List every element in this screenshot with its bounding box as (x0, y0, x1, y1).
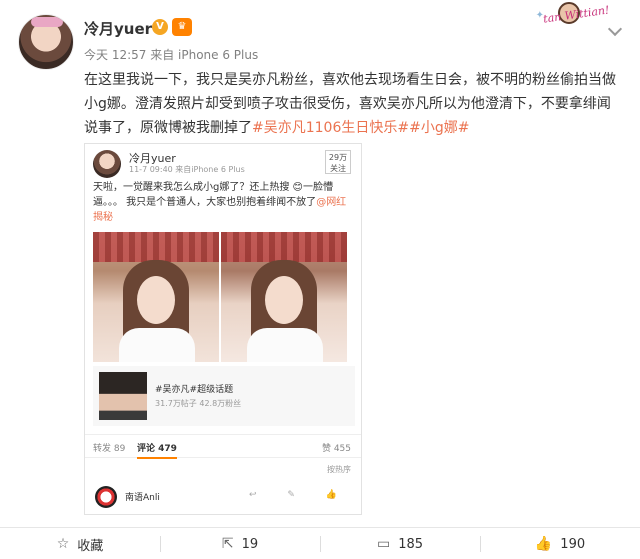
like-count: 190 (560, 536, 586, 552)
sort-label: 按热序 (327, 465, 351, 474)
username[interactable]: 冷月yuer (84, 18, 152, 39)
embedded-screenshot[interactable]: 冷月yuer 11-7 09:40 来自iPhone 6 Plus 29万 关注… (84, 143, 362, 515)
photo (93, 232, 219, 362)
topic-card: #吴亦凡#超级话题 31.7万帖子 42.8万粉丝 (93, 366, 355, 426)
shirt (119, 328, 195, 362)
repost-count: 19 (241, 536, 259, 552)
tab-comments: 评论 479 (137, 441, 177, 459)
avatar[interactable] (18, 14, 74, 70)
face (137, 276, 175, 324)
flower-crown-icon (31, 17, 63, 27)
member-badge-icon: ♛ (172, 18, 192, 36)
embedded-action-tabs: 转发 89 评论 479 赞 455 (85, 434, 361, 459)
action-bar: ☆ 收藏 ⇱ 19 ▭ 185 👍 190 (0, 527, 640, 559)
favorite-label: 收藏 (77, 538, 104, 554)
avatar (93, 150, 121, 178)
avatar (95, 486, 117, 508)
face (265, 276, 303, 324)
comment-icon: ▭ (376, 536, 391, 552)
like-button[interactable]: 👍 190 (480, 528, 640, 559)
topic-title: #吴亦凡#超级话题 (155, 385, 234, 395)
photo (221, 232, 347, 362)
shirt (247, 328, 323, 362)
comment-username: 南语Anli (125, 493, 160, 503)
topic-image (99, 372, 147, 420)
repost-button[interactable]: ⇱ 19 (160, 528, 320, 559)
favorite-button[interactable]: ☆ 收藏 (0, 528, 160, 559)
star-icon: ☆ (56, 536, 70, 552)
seats (221, 232, 347, 262)
post-text: 在这里我说一下，我只是吴亦凡粉丝，喜欢他去现场看生日会，被不明的粉丝偷拍当做小g… (84, 68, 624, 140)
follow-button: 29万 关注 (325, 150, 351, 174)
tab-repost: 转发 89 (93, 444, 126, 454)
embedded-body: 天啦，一觉醒来我怎么成小g娜了？还上热搜 😊一脸懵逼。。。 我只是个普通人，大家… (93, 182, 333, 208)
hashtag-link[interactable]: #吴亦凡1106生日快乐# (252, 120, 409, 136)
post-meta: 今天 12:57 来自 iPhone 6 Plus (84, 48, 259, 62)
embedded-meta: 11-7 09:40 来自iPhone 6 Plus (129, 165, 245, 174)
comment-button[interactable]: ▭ 185 (320, 528, 480, 559)
hashtag-link[interactable]: #小g娜# (409, 120, 469, 136)
comment-action-icons: ↩ ✎ 👍 (248, 490, 351, 500)
tab-likes: 赞 455 (321, 444, 351, 454)
comment-count: 185 (398, 536, 424, 552)
topic-stats: 31.7万帖子 42.8万粉丝 (155, 399, 242, 408)
share-icon: ⇱ (221, 536, 234, 552)
embedded-text: 天啦，一觉醒来我怎么成小g娜了？还上热搜 😊一脸懵逼。。。 我只是个普通人，大家… (93, 180, 355, 225)
thumbs-up-icon: 👍 (534, 536, 553, 552)
verified-icon: V (152, 19, 168, 35)
seats (93, 232, 219, 262)
